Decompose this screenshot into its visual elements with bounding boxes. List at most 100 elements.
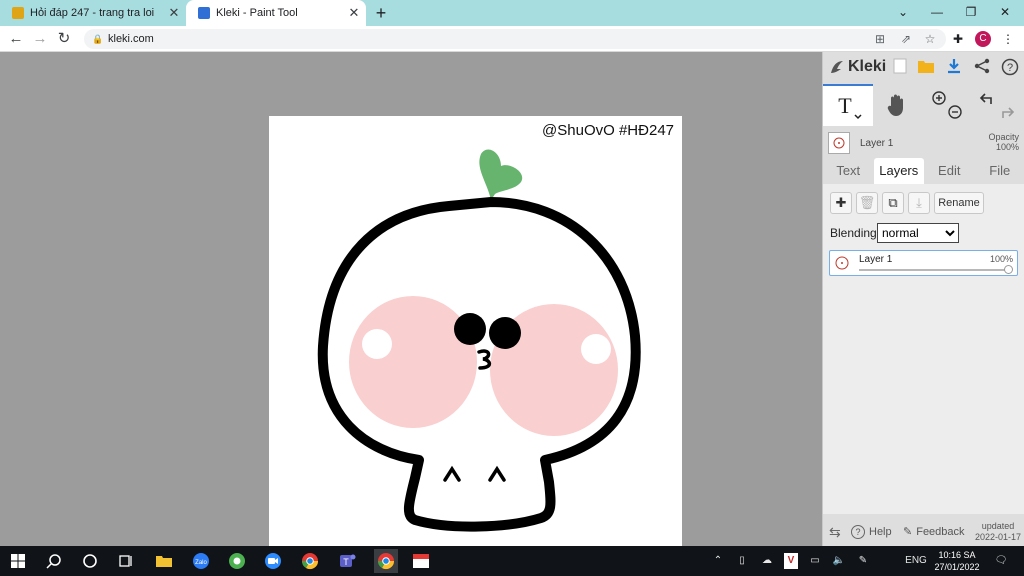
tab-title: Kleki - Paint Tool bbox=[216, 7, 298, 19]
zoom-app-icon[interactable] bbox=[263, 551, 283, 571]
chrome-icon[interactable] bbox=[300, 551, 320, 571]
tab-text[interactable]: Text bbox=[823, 158, 874, 184]
left-cheek bbox=[349, 296, 477, 428]
download-icon[interactable] bbox=[945, 58, 963, 76]
add-layer-button[interactable]: ✚ bbox=[830, 192, 852, 214]
feedback-label: Feedback bbox=[916, 525, 965, 538]
left-eye bbox=[454, 313, 486, 345]
file-explorer-icon[interactable] bbox=[154, 551, 174, 571]
address-bar[interactable]: 🔒 kleki.com bbox=[84, 29, 946, 49]
merge-down-button[interactable]: ⤓ bbox=[908, 192, 930, 214]
minimize-icon[interactable]: — bbox=[926, 2, 948, 22]
cortana-icon[interactable] bbox=[80, 551, 100, 571]
duplicate-layer-button[interactable]: ⧉ bbox=[882, 192, 904, 214]
updated-label: updated bbox=[981, 521, 1015, 531]
coccoc-app-icon[interactable] bbox=[227, 551, 247, 571]
address-toolbar: ← → ↻ 🔒 kleki.com ⊞ ⇗ ☆ ✚ C ⋮ bbox=[0, 26, 1024, 52]
show-hidden-icons-icon[interactable]: ⌃ bbox=[710, 553, 726, 569]
kleki-favicon-icon bbox=[198, 7, 210, 19]
zalo-icon[interactable]: Zalo bbox=[191, 551, 211, 571]
browser-menu-icon[interactable]: ⋮ bbox=[998, 29, 1018, 49]
tab-kleki[interactable]: Kleki - Paint Tool ✕ bbox=[186, 0, 366, 26]
close-tab-icon[interactable]: ✕ bbox=[166, 5, 182, 21]
mouth-shape bbox=[477, 349, 492, 370]
canvas-workspace[interactable]: @ShuOvO #HĐ247 bbox=[0, 52, 822, 546]
extensions-icon[interactable]: ✚ bbox=[948, 29, 968, 49]
search-icon[interactable] bbox=[44, 551, 64, 571]
undo-redo-buttons[interactable] bbox=[973, 84, 1021, 126]
back-icon[interactable]: ← bbox=[6, 29, 26, 49]
clock-time: 10:16 SA bbox=[938, 550, 976, 560]
hand-icon bbox=[887, 94, 903, 116]
current-layer-name: Layer 1 bbox=[860, 138, 894, 149]
close-window-icon[interactable]: ✕ bbox=[994, 2, 1016, 22]
watermark-text: @ShuOvO #HĐ247 bbox=[542, 122, 674, 139]
teams-icon[interactable]: T bbox=[337, 551, 357, 571]
windows-taskbar: Zalo T ⌃ ▯ ☁ V ▭ 🔈 ✎ ENG 10:16 SA 27/01/… bbox=[0, 546, 1024, 576]
reload-icon[interactable]: ↻ bbox=[54, 29, 74, 49]
skull-drawing bbox=[317, 149, 641, 532]
share-icon[interactable] bbox=[973, 58, 991, 76]
tool-row: T bbox=[823, 84, 1024, 126]
tab-layers[interactable]: Layers bbox=[873, 158, 924, 184]
svg-text:T: T bbox=[838, 93, 852, 118]
drawing-canvas[interactable]: @ShuOvO #HĐ247 bbox=[269, 116, 682, 546]
delete-layer-button[interactable]: 🗑 bbox=[856, 192, 878, 214]
notifications-icon[interactable]: 🗨 bbox=[992, 553, 1010, 569]
opacity-label: Opacity bbox=[988, 132, 1019, 142]
bookmark-star-icon[interactable]: ☆ bbox=[920, 29, 940, 49]
panel-footer: ⇆ ? Help ✎ Feedback updated 2022-01-17 bbox=[823, 518, 1024, 546]
chrome-active-window-icon[interactable] bbox=[374, 549, 398, 573]
blending-label: Blending bbox=[830, 226, 877, 240]
tab-file[interactable]: File bbox=[975, 158, 1024, 184]
help-link[interactable]: ? Help bbox=[851, 525, 892, 539]
pen-icon[interactable]: ✎ bbox=[854, 553, 872, 569]
zoom-buttons[interactable] bbox=[923, 84, 971, 126]
restore-icon[interactable]: ❐ bbox=[960, 2, 982, 22]
share-page-icon[interactable]: ⇗ bbox=[896, 29, 916, 49]
layers-tab-content: ✚ 🗑 ⧉ ⤓ Rename Blending normal Layer 1 1… bbox=[823, 184, 1024, 514]
blending-select[interactable]: normal bbox=[877, 223, 959, 243]
language-indicator[interactable]: ENG bbox=[902, 553, 930, 569]
phone-link-icon[interactable]: ▯ bbox=[734, 553, 750, 569]
help-icon[interactable]: ? bbox=[1001, 58, 1019, 76]
hand-tool-button[interactable] bbox=[873, 84, 921, 126]
close-tab-icon[interactable]: ✕ bbox=[346, 5, 362, 21]
vietkey-icon[interactable]: V bbox=[784, 553, 798, 569]
tab-hoidap[interactable]: Hỏi đáp 247 - trang tra loi ✕ bbox=[0, 0, 186, 26]
kleki-logo[interactable]: Kleki bbox=[829, 58, 886, 76]
updated-info[interactable]: updated 2022-01-17 bbox=[975, 521, 1021, 543]
help-circle-icon: ? bbox=[851, 525, 865, 539]
opacity-value: 100% bbox=[995, 142, 1019, 152]
forward-icon[interactable]: → bbox=[30, 29, 50, 49]
left-cheek-shine bbox=[362, 329, 392, 359]
feedback-link[interactable]: ✎ Feedback bbox=[903, 525, 965, 539]
tab-edit[interactable]: Edit bbox=[924, 158, 975, 184]
layer-thumbnail bbox=[833, 254, 851, 272]
open-folder-icon[interactable] bbox=[917, 58, 935, 76]
tab-search-icon[interactable]: ⌄ bbox=[892, 2, 914, 22]
svg-text:?: ? bbox=[1007, 62, 1013, 74]
rename-layer-button[interactable]: Rename bbox=[934, 192, 984, 214]
windows-start-icon[interactable] bbox=[8, 551, 28, 571]
network-icon[interactable]: ▭ bbox=[806, 553, 824, 569]
layer-list-item[interactable]: Layer 1 100% bbox=[829, 250, 1018, 276]
onedrive-icon[interactable]: ☁ bbox=[758, 553, 776, 569]
new-tab-button[interactable]: + bbox=[372, 4, 390, 22]
current-layer-info: Layer 1 Opacity 100% bbox=[823, 128, 1024, 158]
paint-app-icon[interactable] bbox=[411, 551, 431, 571]
hoidap-favicon-icon bbox=[12, 7, 24, 19]
layer-opacity-slider[interactable] bbox=[859, 269, 1009, 271]
tab-title: Hỏi đáp 247 - trang tra loi bbox=[30, 7, 155, 19]
profile-avatar[interactable]: C bbox=[975, 31, 991, 47]
volume-icon[interactable]: 🔈 bbox=[830, 553, 848, 569]
text-tool-button[interactable]: T bbox=[823, 84, 873, 126]
lock-icon: 🔒 bbox=[92, 33, 104, 44]
swap-side-icon[interactable]: ⇆ bbox=[829, 524, 841, 541]
translate-icon[interactable]: ⊞ bbox=[870, 29, 890, 49]
new-file-icon[interactable] bbox=[891, 58, 909, 76]
browser-tab-strip: Hỏi đáp 247 - trang tra loi ✕ Kleki - Pa… bbox=[0, 0, 1024, 26]
layer-opacity-handle[interactable] bbox=[1004, 265, 1013, 274]
taskbar-clock[interactable]: 10:16 SA 27/01/2022 bbox=[930, 549, 984, 573]
task-view-icon[interactable] bbox=[116, 551, 136, 571]
